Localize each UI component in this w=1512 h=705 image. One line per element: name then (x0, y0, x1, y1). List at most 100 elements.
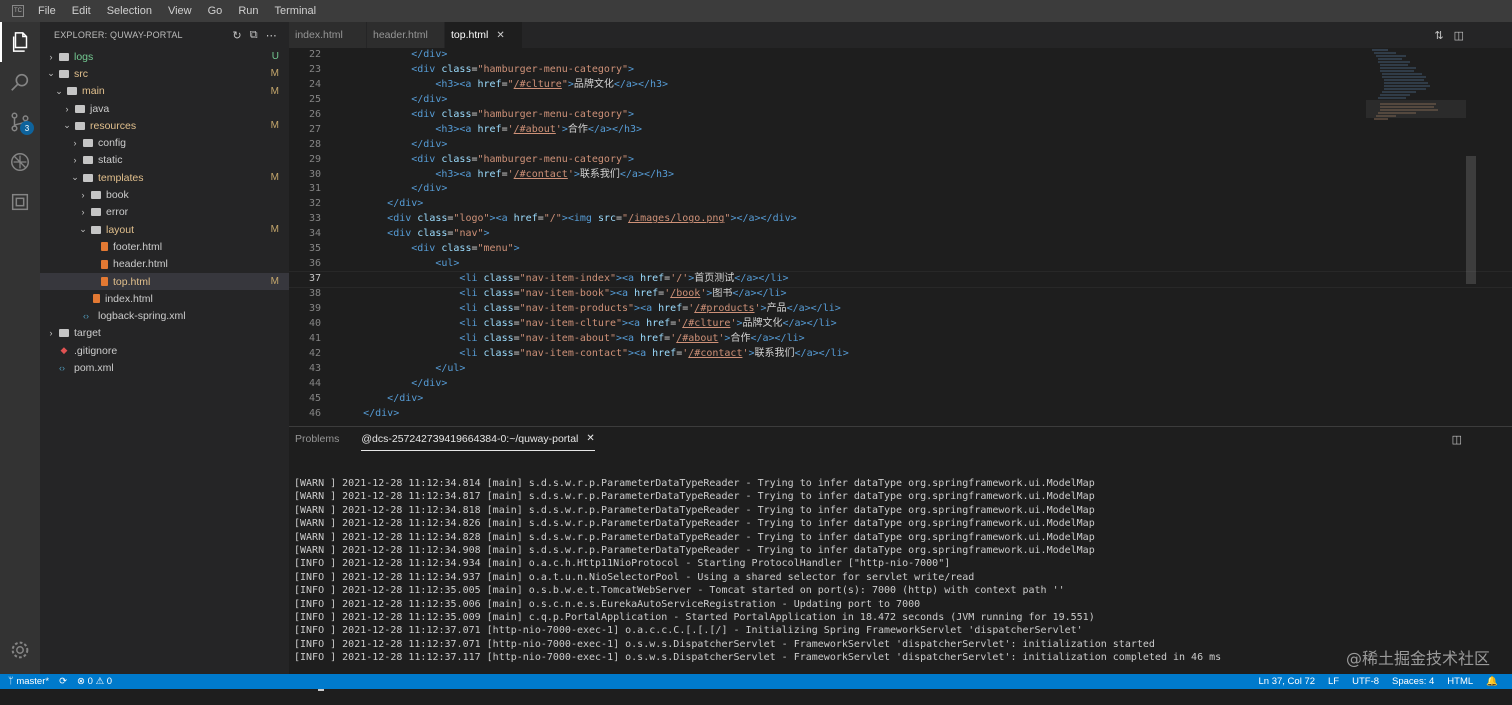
git-file-icon: ◆ (59, 345, 69, 356)
git-status-badge: M (271, 86, 279, 97)
sync-icon[interactable]: ⟳ (59, 676, 67, 687)
explorer-title: EXPLORER: QUWAY-PORTAL (54, 30, 183, 40)
close-icon[interactable]: ✕ (586, 433, 594, 444)
code-line: 36 <ul> (289, 257, 1512, 272)
tree-item[interactable]: ›config (40, 134, 289, 151)
maximize-panel-icon[interactable]: ◫ (1452, 433, 1462, 446)
tab-top-html[interactable]: top.html✕ (445, 22, 523, 48)
tab-terminal[interactable]: @dcs-257242739419664384-0:~/quway-portal… (361, 427, 594, 451)
git-status-badge: M (271, 120, 279, 131)
tree-item[interactable]: ›logsU (40, 48, 289, 65)
tree-item[interactable]: ‹›logback-spring.xml (40, 307, 289, 324)
code-text: <li class="nav-item-clture"><a href='/#c… (325, 317, 837, 332)
title-bar: TC FileEditSelectionViewGoRunTerminal (0, 0, 1512, 22)
menu-item-view[interactable]: View (164, 5, 196, 17)
tab-problems[interactable]: Problems (295, 427, 339, 451)
line-number: 26 (289, 108, 325, 123)
terminal-line: [WARN ] 2021-12-28 11:12:34.828 [main] s… (294, 531, 1512, 544)
menu-item-terminal[interactable]: Terminal (271, 5, 321, 17)
files-icon[interactable] (0, 22, 40, 62)
code-text: </div> (325, 377, 447, 392)
tree-item[interactable]: ›target (40, 325, 289, 342)
code-text: </ul> (325, 362, 465, 377)
terminal-line: [INFO ] 2021-12-28 11:12:37.071 [http-ni… (294, 638, 1512, 651)
tab-index-html[interactable]: index.html (289, 22, 367, 48)
branch-indicator[interactable]: ᛘ master* (8, 676, 49, 687)
compare-icon[interactable]: ⇅ (1434, 29, 1443, 42)
tree-item-label: .gitignore (74, 345, 117, 357)
debug-icon[interactable] (0, 142, 40, 182)
indentation-indicator[interactable]: Spaces: 4 (1392, 676, 1434, 687)
tab-header-html[interactable]: header.html (367, 22, 445, 48)
tab-label: index.html (295, 29, 343, 41)
code-text: </div> (325, 392, 423, 407)
gear-icon[interactable] (0, 630, 40, 670)
code-line: 30 <h3><a href='/#contact'>联系我们</a></h3> (289, 168, 1512, 183)
menu-item-go[interactable]: Go (204, 5, 227, 17)
terminal-line: [INFO ] 2021-12-28 11:12:35.009 [main] c… (294, 611, 1512, 624)
code-text: </div> (325, 93, 447, 108)
code-text: </div> (325, 182, 447, 197)
search-icon[interactable] (0, 62, 40, 102)
menu-item-edit[interactable]: Edit (68, 5, 95, 17)
panel-tab-label: @dcs-257242739419664384-0:~/quway-portal (361, 433, 578, 445)
tree-item[interactable]: ◆ .gitignore (40, 342, 289, 359)
tree-item[interactable]: ⌄mainM (40, 83, 289, 100)
tree-item[interactable]: ⌄resourcesM (40, 117, 289, 134)
collapse-all-icon[interactable]: ⧉ (250, 29, 258, 42)
folder-icon (59, 53, 69, 61)
terminal-line: [WARN ] 2021-12-28 11:12:34.826 [main] s… (294, 517, 1512, 530)
code-line: 42 <li class="nav-item-contact"><a href=… (289, 347, 1512, 362)
refresh-icon[interactable]: ↻ (232, 29, 241, 42)
tree-item[interactable]: ‹›pom.xml (40, 359, 289, 376)
code-text: <div class="logo"><a href="/"><img src="… (325, 212, 797, 227)
code-line: 37 <li class="nav-item-index"><a href='/… (289, 272, 1512, 287)
line-number: 29 (289, 153, 325, 168)
tree-item[interactable]: header.html (40, 256, 289, 273)
editor-scrollbar[interactable] (1466, 156, 1476, 284)
tree-item[interactable]: top.htmlM (40, 273, 289, 290)
tree-item[interactable]: ›book (40, 186, 289, 203)
extensions-icon[interactable] (0, 182, 40, 222)
split-editor-icon[interactable]: ◫ (1454, 29, 1464, 42)
code-editor[interactable]: 22 </div>23 <div class="hamburger-menu-c… (289, 48, 1512, 426)
terminal-output: [WARN ] 2021-12-28 11:12:34.814 [main] s… (294, 477, 1512, 664)
source-control-icon[interactable]: 3 (0, 102, 40, 142)
tree-item-label: pom.xml (74, 362, 114, 374)
minimap[interactable] (1366, 48, 1466, 138)
tree-item[interactable]: ⌄templatesM (40, 169, 289, 186)
terminal[interactable]: [WARN ] 2021-12-28 11:12:34.814 [main] s… (289, 451, 1512, 705)
close-icon[interactable]: ✕ (496, 30, 504, 41)
cursor-position[interactable]: Ln 37, Col 72 (1259, 676, 1316, 687)
bell-icon[interactable]: 🔔 (1486, 676, 1498, 687)
tree-item[interactable]: ⌄layoutM (40, 221, 289, 238)
code-line: 34 <div class="nav"> (289, 227, 1512, 242)
tree-item[interactable]: footer.html (40, 238, 289, 255)
code-line: 46 </div> (289, 407, 1512, 422)
tree-item[interactable]: ⌄srcM (40, 65, 289, 82)
tree-item[interactable]: index.html (40, 290, 289, 307)
line-number: 30 (289, 168, 325, 183)
code-text: <div class="nav"> (325, 227, 490, 242)
menu-item-file[interactable]: File (34, 5, 60, 17)
code-text: <li class="nav-item-index"><a href='/'>首… (325, 272, 788, 287)
chevron-right-icon: › (62, 104, 72, 114)
problems-indicator[interactable]: ⊗ 0 ⚠ 0 (77, 676, 112, 687)
menu-item-run[interactable]: Run (234, 5, 262, 17)
encoding-indicator[interactable]: UTF-8 (1352, 676, 1379, 687)
tree-item[interactable]: ›error (40, 204, 289, 221)
folder-icon (91, 226, 101, 234)
folder-icon (83, 174, 93, 182)
tree-item[interactable]: ›static (40, 152, 289, 169)
language-mode[interactable]: HTML (1447, 676, 1473, 687)
more-actions-icon[interactable]: ⋯ (266, 29, 277, 42)
terminal-line: [INFO ] 2021-12-28 11:12:35.006 [main] o… (294, 598, 1512, 611)
code-line: 35 <div class="menu"> (289, 242, 1512, 257)
file-tree: ›logsU⌄srcM⌄mainM›java⌄resourcesM›config… (40, 48, 289, 377)
code-text: <div class="hamburger-menu-category"> (325, 63, 634, 78)
tree-item-label: top.html (113, 276, 150, 288)
menu-item-selection[interactable]: Selection (103, 5, 156, 17)
eol-indicator[interactable]: LF (1328, 676, 1339, 687)
tree-item[interactable]: ›java (40, 100, 289, 117)
line-number: 36 (289, 257, 325, 272)
